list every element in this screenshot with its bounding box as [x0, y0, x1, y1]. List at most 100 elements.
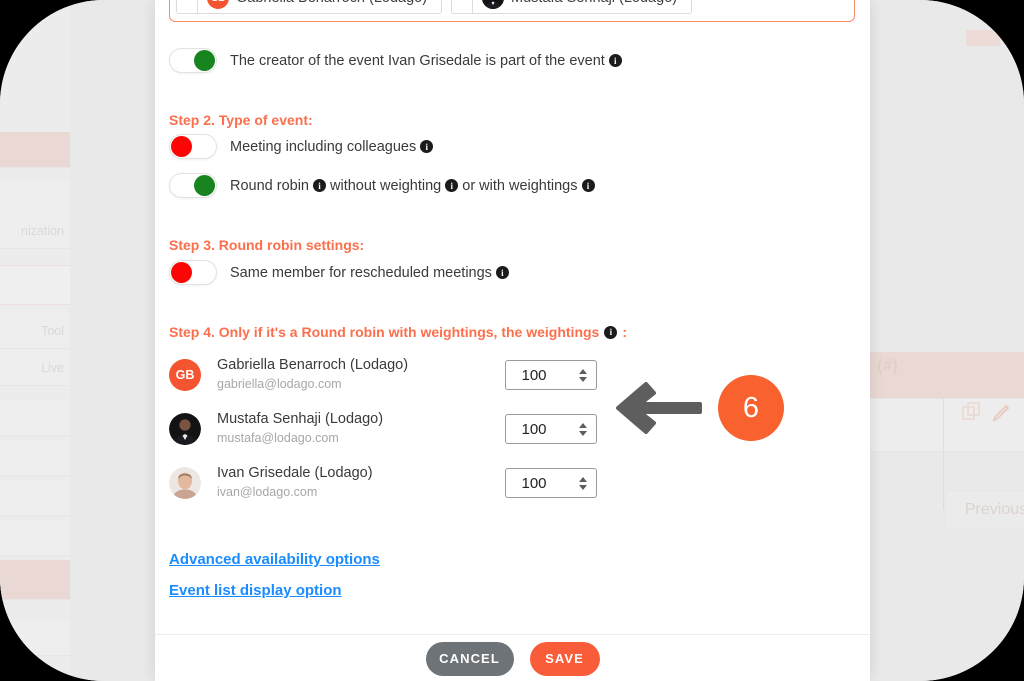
attendees-field[interactable]: × GB Gabriella Benarroch (Lodago) ×: [169, 0, 855, 22]
meeting-colleagues-row[interactable]: Meeting including colleagues i: [169, 134, 434, 159]
bg-sidebar-item-label: nization: [20, 224, 64, 238]
member-email: mustafa@lodago.com: [217, 431, 339, 445]
meeting-colleagues-toggle[interactable]: [169, 134, 217, 159]
modal-footer: CANCEL SAVE: [155, 634, 870, 681]
weight-stepper[interactable]: [574, 362, 592, 388]
avatar: [482, 0, 505, 9]
bg-sidebar-item: nization: [0, 213, 70, 249]
weight-value[interactable]: 100: [506, 421, 574, 438]
stepper-down-icon[interactable]: [579, 484, 587, 490]
bg-sidebar-item: [0, 132, 70, 168]
avatar: [169, 413, 201, 445]
stepper-down-icon[interactable]: [579, 430, 587, 436]
weight-input[interactable]: 100: [505, 414, 597, 444]
step2-heading: Step 2. Type of event:: [169, 112, 313, 128]
bg-sort-icon: ↑↓: [922, 357, 936, 373]
weight-row: Ivan Grisedale (Lodago) ivan@lodago.com …: [169, 456, 855, 510]
weight-stepper[interactable]: [574, 470, 592, 496]
stepper-up-icon[interactable]: [579, 422, 587, 428]
avatar: GB: [169, 359, 201, 391]
round-robin-row[interactable]: Round robin i without weighting i or wit…: [169, 173, 595, 198]
member-name: Ivan Grisedale (Lodago): [217, 465, 373, 481]
bg-sidebar-item: [0, 560, 70, 600]
bg-sidebar-item: [0, 520, 70, 556]
chip-remove-icon[interactable]: ×: [452, 0, 474, 13]
info-icon[interactable]: i: [604, 325, 618, 339]
step3-heading-text: Step 3. Round robin settings:: [169, 237, 365, 253]
member-name: Mustafa Senhaji (Lodago): [217, 411, 384, 427]
info-icon[interactable]: i: [445, 179, 459, 192]
info-icon[interactable]: i: [608, 54, 622, 67]
step-badge-number: 6: [742, 391, 760, 424]
same-member-text: Same member for rescheduled meetings: [230, 264, 492, 281]
member-email: gabriella@lodago.com: [217, 377, 342, 391]
step4-heading: Step 4. Only if it's a Round robin with …: [169, 324, 627, 340]
bg-sidebar-item-label: Tool: [41, 324, 64, 338]
round-robin-toggle[interactable]: [169, 173, 217, 198]
copy-icon: [960, 400, 984, 429]
avatar-photo: [169, 413, 201, 445]
weight-input[interactable]: 100: [505, 360, 597, 390]
toggle-knob: [171, 136, 192, 157]
bg-sidebar-item: [0, 181, 70, 217]
info-icon[interactable]: i: [495, 266, 509, 279]
same-member-toggle[interactable]: [169, 260, 217, 285]
bg-previous-button[interactable]: Previous: [945, 490, 1024, 530]
creator-toggle-text: The creator of the event Ivan Grisedale …: [230, 52, 605, 69]
weight-value[interactable]: 100: [506, 475, 574, 492]
event-list-display-option-link[interactable]: Event list display option: [169, 582, 342, 599]
member-info: Gabriella Benarroch (Lodago) gabriella@l…: [217, 357, 408, 393]
avatar-initials: GB: [211, 0, 225, 4]
bg-previous-label: Previous: [964, 501, 1024, 518]
chip-label: Gabriella Benarroch (Lodago): [236, 0, 441, 6]
member-info: Mustafa Senhaji (Lodago) mustafa@lodago.…: [217, 411, 383, 447]
bg-badge: [966, 30, 1000, 46]
toggle-knob: [194, 50, 215, 71]
round-robin-text-3: or with weightings: [462, 177, 578, 194]
cancel-button[interactable]: CANCEL: [425, 641, 514, 676]
attendee-chip[interactable]: × Mustafa Senhaji (Lodago): [451, 0, 693, 14]
toggle-knob: [171, 262, 192, 283]
avatar: [169, 467, 201, 499]
modal-body: × GB Gabriella Benarroch (Lodago) ×: [155, 0, 870, 634]
weight-input[interactable]: 100: [505, 468, 597, 498]
bg-sidebar-item: [0, 620, 70, 656]
avatar-photo: [169, 467, 201, 499]
creator-toggle-row[interactable]: The creator of the event Ivan Grisedale …: [169, 48, 622, 73]
member-info: Ivan Grisedale (Lodago) ivan@lodago.com: [217, 465, 373, 501]
advanced-availability-options-link[interactable]: Advanced availability options: [169, 551, 380, 568]
creator-toggle[interactable]: [169, 48, 217, 73]
step2-heading-text: Step 2. Type of event:: [169, 112, 313, 128]
bg-sidebar-item-label: Live: [41, 361, 64, 375]
event-settings-modal: × GB Gabriella Benarroch (Lodago) ×: [155, 0, 870, 681]
bg-sidebar-item: [0, 480, 70, 516]
weight-value[interactable]: 100: [506, 367, 574, 384]
avatar: GB: [207, 0, 229, 9]
stepper-up-icon[interactable]: [579, 476, 587, 482]
info-icon[interactable]: i: [581, 179, 595, 192]
chip-remove-icon[interactable]: ×: [177, 0, 198, 13]
chip-label: Mustafa Senhaji (Lodago): [511, 0, 691, 6]
avatar-initials: GB: [175, 368, 195, 382]
bg-divider: [943, 352, 944, 510]
meeting-colleagues-label: Meeting including colleagues i: [230, 139, 434, 155]
save-button[interactable]: SAVE: [529, 641, 600, 676]
weight-stepper[interactable]: [574, 416, 592, 442]
stepper-down-icon[interactable]: [579, 376, 587, 382]
left-arrow-icon: [616, 382, 702, 434]
attendee-chip[interactable]: × GB Gabriella Benarroch (Lodago): [176, 0, 443, 14]
creator-toggle-label: The creator of the event Ivan Grisedale …: [230, 53, 622, 69]
bg-sidebar-item: [0, 400, 70, 436]
info-icon[interactable]: i: [313, 179, 326, 192]
step3-heading: Step 3. Round robin settings:: [169, 237, 364, 253]
info-icon[interactable]: i: [420, 140, 434, 153]
same-member-row[interactable]: Same member for rescheduled meetings i: [169, 260, 509, 285]
bg-sidebar-item: Tool: [0, 313, 70, 349]
bg-sidebar-item: Live: [0, 350, 70, 386]
stepper-up-icon[interactable]: [579, 368, 587, 374]
avatar-photo: [482, 0, 504, 9]
member-email: ivan@lodago.com: [217, 485, 318, 499]
step4-heading-text: Step 4. Only if it's a Round robin with …: [169, 324, 600, 340]
pencil-icon: [990, 400, 1014, 429]
device-frame: nization Tool Live (#) ↑↓ Previous The c…: [0, 0, 1024, 681]
